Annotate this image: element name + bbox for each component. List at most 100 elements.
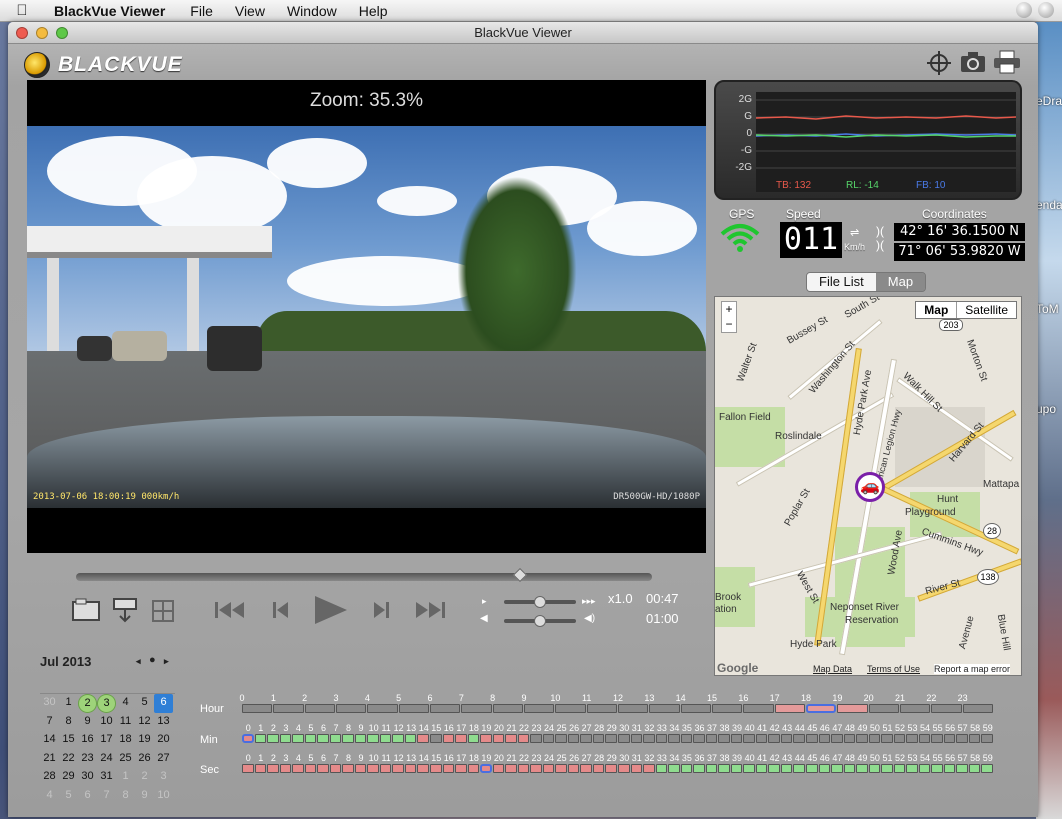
sec-segment[interactable] — [592, 764, 605, 773]
calendar-day[interactable]: 5 — [59, 787, 78, 806]
min-segment[interactable] — [317, 734, 329, 743]
calendar-day[interactable]: 30 — [40, 694, 59, 713]
calendar-day[interactable]: 3 — [97, 694, 116, 713]
min-segment[interactable] — [730, 734, 743, 743]
step-forward-icon[interactable] — [372, 600, 390, 626]
min-segment[interactable] — [806, 734, 818, 743]
camera-icon[interactable] — [959, 50, 987, 76]
min-segment[interactable] — [304, 734, 317, 743]
calendar-day[interactable]: 27 — [154, 750, 173, 769]
crosshair-icon[interactable] — [925, 50, 953, 76]
min-segment[interactable] — [492, 734, 505, 743]
speed-toggle-icon[interactable]: ⇌ — [850, 226, 859, 239]
min-segment[interactable] — [630, 734, 643, 743]
min-segment[interactable] — [755, 734, 768, 743]
sec-segment[interactable] — [567, 764, 580, 773]
timeline-second-row[interactable]: 0 1 2 3 4 5 6 7 8 9 10 11 12 13 14 15 16 17 18 19 20 21 22 23 24… — [242, 753, 994, 776]
min-segment[interactable] — [768, 734, 780, 743]
min-segment[interactable] — [342, 734, 354, 743]
calendar-day[interactable]: 21 — [40, 750, 59, 769]
map-data-link[interactable]: Map Data — [813, 664, 852, 674]
sec-segment[interactable] — [342, 764, 354, 773]
min-segment[interactable] — [292, 734, 304, 743]
min-segment[interactable] — [592, 734, 605, 743]
menu-help[interactable]: Help — [348, 3, 399, 19]
sec-segment[interactable] — [517, 764, 530, 773]
sec-segment[interactable] — [492, 764, 505, 773]
sec-segment[interactable] — [455, 764, 467, 773]
calendar-day[interactable]: 1 — [116, 768, 135, 787]
calendar-day[interactable]: 15 — [59, 731, 78, 750]
sec-segment[interactable] — [705, 764, 718, 773]
hour-segment[interactable] — [555, 704, 586, 713]
hour-segment[interactable] — [461, 704, 492, 713]
hour-segment[interactable] — [837, 704, 868, 713]
min-segment[interactable] — [655, 734, 668, 743]
calendar-day[interactable]: 16 — [78, 731, 97, 750]
calendar-day[interactable]: 8 — [116, 787, 135, 806]
hour-segment[interactable] — [649, 704, 680, 713]
min-segment[interactable] — [705, 734, 718, 743]
min-segment[interactable] — [918, 734, 931, 743]
calendar-day[interactable]: 10 — [97, 713, 116, 732]
sec-segment[interactable] — [806, 764, 818, 773]
sec-segment[interactable] — [417, 764, 429, 773]
sec-segment[interactable] — [304, 764, 317, 773]
grid-view-icon[interactable] — [151, 599, 175, 629]
min-segment[interactable] — [517, 734, 530, 743]
sec-segment[interactable] — [404, 764, 417, 773]
calendar-day[interactable]: 17 — [97, 731, 116, 750]
min-segment[interactable] — [643, 734, 655, 743]
calendar-day[interactable]: 11 — [116, 713, 135, 732]
min-segment[interactable] — [279, 734, 292, 743]
min-segment[interactable] — [505, 734, 517, 743]
min-segment[interactable] — [404, 734, 417, 743]
sec-segment[interactable] — [267, 764, 279, 773]
hour-segment[interactable] — [900, 704, 931, 713]
video-player[interactable]: Zoom: 35.3% 2013-07-06 18:00:19 000km/h … — [27, 80, 706, 553]
hour-segment[interactable] — [806, 704, 837, 713]
sec-segment[interactable] — [254, 764, 267, 773]
gps-map[interactable]: + − Map Satellite Bussey St South St Wal… — [714, 296, 1022, 676]
calendar-day[interactable]: 3 — [154, 768, 173, 787]
min-segment[interactable] — [693, 734, 705, 743]
sec-segment[interactable] — [968, 764, 981, 773]
play-icon[interactable] — [313, 595, 349, 631]
min-segment[interactable] — [968, 734, 981, 743]
min-segment[interactable] — [329, 734, 342, 743]
hour-segment[interactable] — [586, 704, 617, 713]
min-segment[interactable] — [417, 734, 429, 743]
next-file-icon[interactable] — [414, 600, 446, 626]
min-segment[interactable] — [442, 734, 455, 743]
sec-segment[interactable] — [317, 764, 329, 773]
min-segment[interactable] — [856, 734, 868, 743]
map-type-satellite-button[interactable]: Satellite — [957, 302, 1016, 318]
min-segment[interactable] — [430, 734, 442, 743]
sec-segment[interactable] — [906, 764, 918, 773]
min-segment[interactable] — [793, 734, 805, 743]
calendar-day[interactable]: 14 — [40, 731, 59, 750]
sec-segment[interactable] — [943, 764, 956, 773]
volume-slider[interactable] — [504, 615, 576, 627]
min-segment[interactable] — [480, 734, 492, 743]
min-segment[interactable] — [931, 734, 943, 743]
sec-segment[interactable] — [630, 764, 643, 773]
step-back-icon[interactable] — [272, 600, 290, 626]
sec-segment[interactable] — [580, 764, 592, 773]
min-segment[interactable] — [354, 734, 367, 743]
min-segment[interactable] — [743, 734, 755, 743]
sec-segment[interactable] — [793, 764, 805, 773]
calendar-day[interactable]: 12 — [135, 713, 154, 732]
map-zoom-in-button[interactable]: + — [722, 302, 736, 317]
sec-segment[interactable] — [279, 764, 292, 773]
calendar-day[interactable]: 9 — [78, 713, 97, 732]
sec-segment[interactable] — [530, 764, 542, 773]
min-segment[interactable] — [956, 734, 968, 743]
sec-segment[interactable] — [893, 764, 906, 773]
sec-segment[interactable] — [442, 764, 455, 773]
terms-link[interactable]: Terms of Use — [867, 664, 920, 674]
hour-segment[interactable] — [931, 704, 962, 713]
hour-segment[interactable] — [242, 704, 273, 713]
sec-segment[interactable] — [768, 764, 780, 773]
calendar-day[interactable]: 29 — [59, 768, 78, 787]
